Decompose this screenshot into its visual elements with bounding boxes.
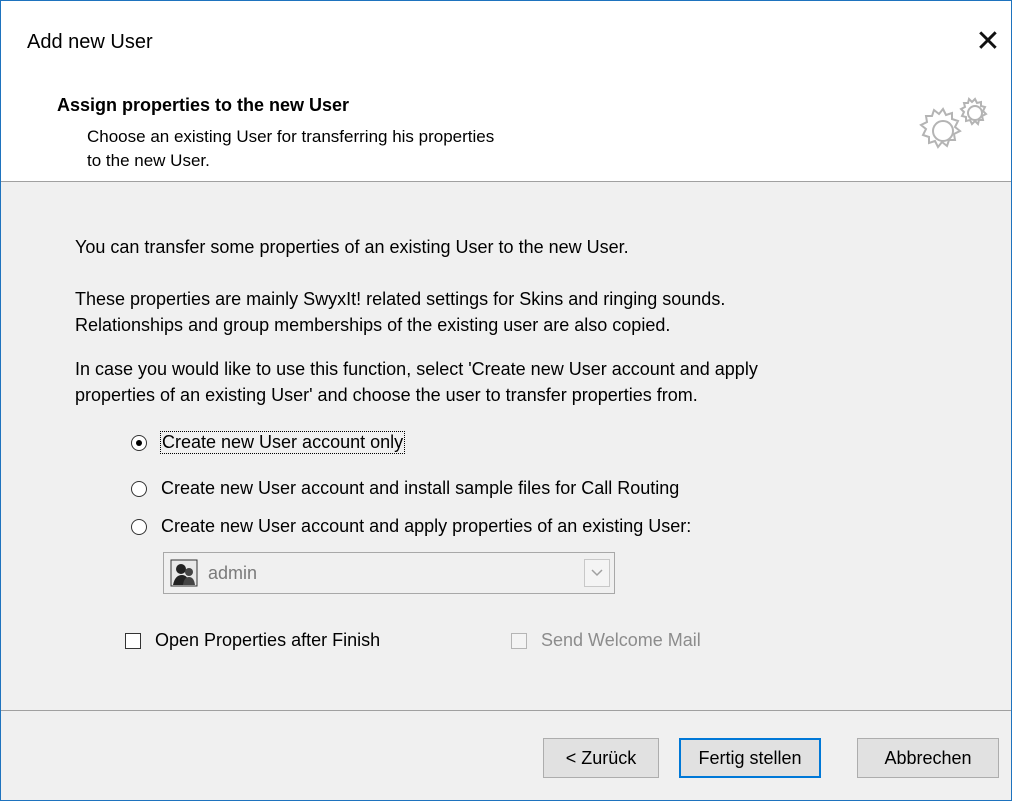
option-create-only-label: Create new User account only [159,431,406,454]
option-create-with-samples[interactable]: Create new User account and install samp… [131,478,679,499]
radio-create-only[interactable] [131,434,147,451]
footer-separator [1,710,1011,711]
header-description-line1: Choose an existing User for transferring… [87,127,495,146]
user-select: admin [163,552,615,594]
title-bar: Add new User ✕ [1,1,1011,81]
open-properties-checkbox[interactable]: Open Properties after Finish [125,630,380,651]
user-select-value: admin [208,563,258,583]
option-apply-existing-label: Create new User account and apply proper… [161,516,692,536]
option-create-with-samples-label: Create new User account and install samp… [161,478,680,498]
properties-info-line1: These properties are mainly SwyxIt! rela… [75,289,726,309]
instructions-line1: In case you would like to use this funct… [75,359,758,379]
user-icon [170,559,198,587]
instructions-line2: properties of an existing User' and choo… [75,385,698,405]
send-welcome-label: Send Welcome Mail [541,630,701,650]
cancel-button[interactable]: Abbrechen [857,738,999,778]
header-description-line2: to the new User. [87,151,210,170]
properties-info-line2: Relationships and group memberships of t… [75,315,671,335]
gears-icon [919,97,988,149]
close-icon[interactable]: ✕ [965,19,1011,63]
open-properties-box[interactable] [125,632,141,649]
chevron-down-icon [584,559,610,587]
back-button[interactable]: < Zurück [543,738,659,778]
option-create-only[interactable]: Create new User account only [131,431,406,454]
send-welcome-checkbox: Send Welcome Mail [511,630,701,651]
header-title: Assign properties to the new User [57,95,350,115]
instructions-text: In case you would like to use this funct… [75,356,955,408]
open-properties-label: Open Properties after Finish [155,630,381,650]
intro-text: You can transfer some properties of an e… [75,237,629,257]
option-apply-existing[interactable]: Create new User account and apply proper… [131,516,691,537]
radio-create-with-samples[interactable] [131,480,147,497]
wizard-header: Assign properties to the new User Choose… [1,81,1011,182]
send-welcome-box [511,632,527,649]
header-description: Choose an existing User for transferring… [87,125,647,173]
properties-info: These properties are mainly SwyxIt! rela… [75,286,955,338]
window-title: Add new User [27,31,153,53]
radio-apply-existing[interactable] [131,518,147,535]
wizard-content: You can transfer some properties of an e… [1,182,1011,710]
add-user-dialog: Add new User ✕ Assign properties to the … [0,0,1012,801]
finish-button[interactable]: Fertig stellen [679,738,821,778]
